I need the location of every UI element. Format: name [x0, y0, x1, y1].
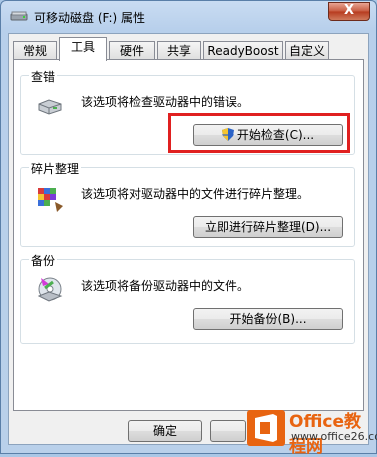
office-logo-icon	[247, 410, 285, 446]
properties-window: 可移动磁盘 (F:) 属性 X 常规 工具 硬件 共享 ReadyBoost 自…	[0, 0, 377, 457]
watermark-url: www.office26.com	[291, 430, 377, 443]
close-button[interactable]: X	[328, 2, 370, 21]
error-check-label: 查错	[29, 68, 58, 85]
tab-sharing[interactable]: 共享	[157, 41, 201, 60]
backup-icon	[37, 277, 63, 302]
cancel-button[interactable]	[210, 420, 246, 442]
tab-hardware[interactable]: 硬件	[109, 41, 155, 60]
defrag-description: 该选项将对驱动器中的文件进行碎片整理。	[81, 187, 310, 201]
defrag-group: 碎片整理 该选项将对驱动器中的文件进行碎片整理。 立即进行碎片整理(D)...	[20, 160, 355, 247]
backup-description: 该选项将备份驱动器中的文件。	[81, 279, 250, 293]
highlight-frame	[168, 113, 350, 153]
backup-label: 备份	[29, 252, 58, 269]
removable-drive-icon	[10, 11, 28, 21]
tab-customize[interactable]: 自定义	[285, 41, 329, 60]
disk-check-icon	[38, 99, 62, 115]
tools-panel: 查错 该选项将检查驱动器中的错误。 开始检查(C)... 碎片整理 该选项将对驱…	[13, 59, 364, 411]
window-title: 可移动磁盘 (F:) 属性	[34, 11, 146, 25]
defrag-label: 碎片整理	[29, 160, 82, 177]
defrag-now-button[interactable]: 立即进行碎片整理(D)...	[193, 216, 343, 238]
defrag-icon	[38, 188, 63, 212]
start-backup-button[interactable]: 开始备份(B)...	[193, 308, 343, 330]
tab-readyboost[interactable]: ReadyBoost	[203, 41, 283, 60]
tab-general[interactable]: 常规	[13, 41, 57, 60]
title-bar[interactable]: 可移动磁盘 (F:) 属性 X	[1, 1, 376, 33]
error-check-description: 该选项将检查驱动器中的错误。	[81, 95, 250, 109]
tab-tools[interactable]: 工具	[59, 37, 107, 61]
client-area: 常规 工具 硬件 共享 ReadyBoost 自定义 查错 该选项将检查驱动器中…	[8, 33, 369, 445]
watermark: Office教程网 www.office26.com	[247, 406, 377, 457]
tab-strip: 常规 工具 硬件 共享 ReadyBoost 自定义	[13, 37, 363, 61]
backup-group: 备份 该选项将备份驱动器中的文件。 开始备份(B)...	[20, 252, 355, 344]
ok-button[interactable]: 确定	[128, 420, 202, 442]
